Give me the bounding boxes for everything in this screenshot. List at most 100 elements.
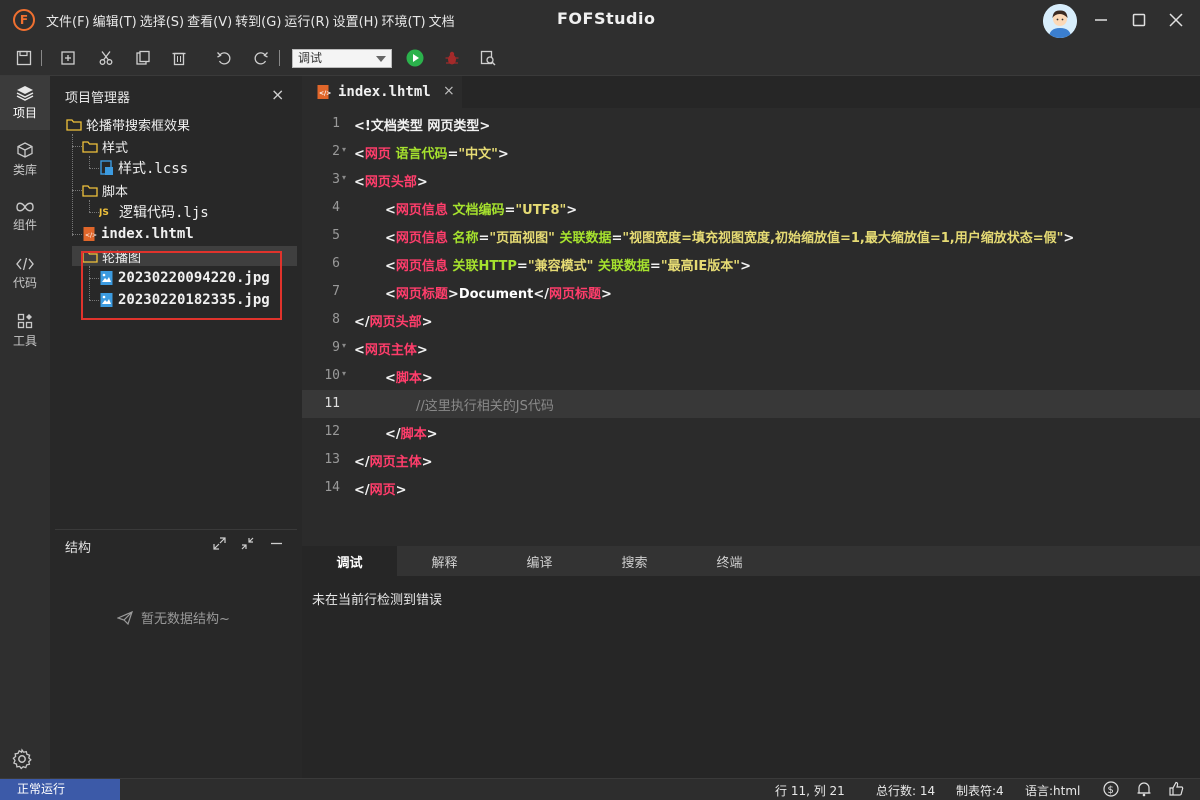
toolbar-divider bbox=[279, 50, 280, 66]
code-line[interactable]: 5 <网页信息 名称="页面视图" 关联数据="视图宽度=填充视图宽度,初始缩放值… bbox=[302, 222, 1200, 250]
send-icon bbox=[117, 610, 133, 625]
code-line[interactable]: 4 <网页信息 文档编码="UTF8"> bbox=[302, 194, 1200, 222]
structure-collapse-button[interactable] bbox=[241, 537, 254, 554]
preview-button[interactable] bbox=[478, 48, 498, 68]
activity-tools-label: 工具 bbox=[12, 334, 37, 348]
code-text: <网页主体> bbox=[354, 339, 428, 358]
code-line[interactable]: 6 <网页信息 关联HTTP="兼容模式" 关联数据="最高IE版本"> bbox=[302, 250, 1200, 278]
code-line[interactable]: 13 </网页主体> bbox=[302, 446, 1200, 474]
cut-button[interactable] bbox=[96, 48, 116, 68]
tree-file-image-2-label: 20230220182335.jpg bbox=[118, 292, 270, 308]
activity-library[interactable]: 类库 bbox=[0, 133, 50, 187]
line-number: 14 bbox=[324, 480, 340, 495]
donate-button[interactable]: $ bbox=[1103, 781, 1119, 797]
code-token: < bbox=[385, 203, 396, 218]
code-line[interactable]: 12 </脚本> bbox=[302, 418, 1200, 446]
maximize-button[interactable] bbox=[1127, 8, 1151, 32]
structure-minimize-button[interactable] bbox=[270, 537, 283, 554]
menu-settings[interactable]: 设置(H) bbox=[333, 11, 379, 30]
code-token: > bbox=[566, 203, 578, 218]
tab-search[interactable]: 搜索 bbox=[587, 546, 682, 576]
line-number: 12 bbox=[324, 424, 340, 439]
code-line[interactable]: 7 <网页标题>Document</网页标题> bbox=[302, 278, 1200, 306]
menu-goto[interactable]: 转到(G) bbox=[235, 11, 281, 30]
copy-button[interactable] bbox=[133, 48, 153, 68]
undo-button[interactable] bbox=[214, 48, 234, 68]
tree-file-style[interactable]: 样式.lcss bbox=[99, 157, 188, 179]
tab-size[interactable]: 制表符:4 bbox=[956, 782, 1004, 799]
thumbs-up-icon bbox=[1169, 781, 1184, 796]
folder-icon bbox=[82, 140, 98, 153]
fold-toggle-icon[interactable]: ▾ bbox=[342, 369, 346, 378]
code-line[interactable]: 9 ▾ <网页主体> bbox=[302, 334, 1200, 362]
activity-project[interactable]: 项目 bbox=[0, 76, 50, 130]
code-line[interactable]: 11 //这里执行相关的JS代码 bbox=[302, 390, 1200, 418]
menu-environment[interactable]: 环境(T) bbox=[382, 11, 426, 30]
menu-select[interactable]: 选择(S) bbox=[140, 11, 184, 30]
menu-run[interactable]: 运行(R) bbox=[284, 11, 329, 30]
tree-folder-carousel[interactable]: 轮播图 bbox=[82, 245, 141, 267]
run-mode-select[interactable]: 调试 bbox=[292, 49, 392, 68]
tab-debug[interactable]: 调试 bbox=[302, 546, 397, 576]
activity-tools[interactable]: 工具 bbox=[0, 304, 50, 358]
debug-button[interactable] bbox=[442, 48, 462, 68]
fold-toggle-icon[interactable]: ▾ bbox=[342, 145, 346, 154]
tree-file-script[interactable]: JS 逻辑代码.ljs bbox=[99, 201, 209, 223]
fold-toggle-icon[interactable]: ▾ bbox=[342, 341, 346, 350]
svg-text:$: $ bbox=[1108, 785, 1114, 796]
delete-button[interactable] bbox=[169, 48, 189, 68]
activity-components[interactable]: 组件 bbox=[0, 190, 50, 244]
settings-button[interactable] bbox=[11, 748, 33, 774]
gear-icon bbox=[12, 748, 32, 770]
run-button[interactable] bbox=[405, 48, 425, 68]
tree-file-image-1[interactable]: 20230220094220.jpg bbox=[99, 267, 270, 289]
menu-docs[interactable]: 文档 bbox=[429, 11, 455, 30]
feedback-button[interactable] bbox=[1168, 781, 1184, 797]
code-token: "兼容模式" bbox=[527, 259, 594, 274]
structure-expand-button[interactable] bbox=[213, 537, 226, 554]
tab-interpret[interactable]: 解释 bbox=[397, 546, 492, 576]
user-avatar[interactable] bbox=[1043, 4, 1077, 38]
language-mode[interactable]: 语言:html bbox=[1025, 782, 1080, 799]
editor-tab-label: index.lhtml bbox=[338, 84, 431, 100]
tree-file-image-2[interactable]: 20230220182335.jpg bbox=[99, 289, 270, 311]
fold-toggle-icon[interactable]: ▾ bbox=[342, 173, 346, 182]
code-token: Document bbox=[458, 287, 534, 302]
notifications-button[interactable] bbox=[1136, 781, 1152, 797]
menu-view[interactable]: 查看(V) bbox=[187, 11, 232, 30]
code-token: </ bbox=[354, 315, 370, 330]
save-button[interactable] bbox=[14, 48, 34, 68]
code-line[interactable]: 1 <!文档类型 网页类型> bbox=[302, 110, 1200, 138]
activity-code[interactable]: 代码 bbox=[0, 247, 50, 301]
tab-compile[interactable]: 编译 bbox=[492, 546, 587, 576]
tree-guide bbox=[72, 134, 73, 236]
tab-close-button[interactable]: × bbox=[443, 83, 455, 99]
cursor-position[interactable]: 行 11, 列 21 bbox=[775, 782, 845, 799]
menu-file[interactable]: 文件(F) bbox=[46, 11, 90, 30]
minimize-button[interactable] bbox=[1089, 8, 1113, 32]
code-line[interactable]: 2 ▾ <网页 语言代码="中文"> bbox=[302, 138, 1200, 166]
expand-icon bbox=[213, 537, 226, 550]
save-all-button[interactable] bbox=[58, 48, 78, 68]
code-token: 网页信息 bbox=[395, 259, 448, 274]
tree-folder-script[interactable]: 脚本 bbox=[82, 179, 128, 201]
redo-button[interactable] bbox=[251, 48, 271, 68]
tree-folder-style[interactable]: 样式 bbox=[82, 135, 128, 157]
code-line[interactable]: 14 </网页> bbox=[302, 474, 1200, 502]
code-line[interactable]: 10 ▾ <脚本> bbox=[302, 362, 1200, 390]
tree-file-index[interactable]: </> index.lhtml bbox=[82, 223, 194, 245]
close-window-button[interactable] bbox=[1164, 8, 1188, 32]
code-line[interactable]: 3 ▾ <网页头部> bbox=[302, 166, 1200, 194]
activity-components-label: 组件 bbox=[12, 218, 37, 232]
line-number: 5 bbox=[332, 228, 340, 243]
code-token: < bbox=[354, 343, 365, 358]
tab-terminal[interactable]: 终端 bbox=[682, 546, 777, 576]
code-token: > bbox=[497, 147, 509, 162]
code-line[interactable]: 8 </网页头部> bbox=[302, 306, 1200, 334]
code-token: 网页信息 bbox=[395, 203, 448, 218]
code-token: 网页头部 bbox=[364, 175, 417, 190]
editor-tab-index[interactable]: </> index.lhtml × bbox=[302, 76, 462, 108]
menu-edit[interactable]: 编辑(T) bbox=[93, 11, 137, 30]
tree-root-folder[interactable]: 轮播带搜索框效果 bbox=[66, 113, 190, 135]
project-panel-close-button[interactable]: × bbox=[271, 85, 284, 104]
